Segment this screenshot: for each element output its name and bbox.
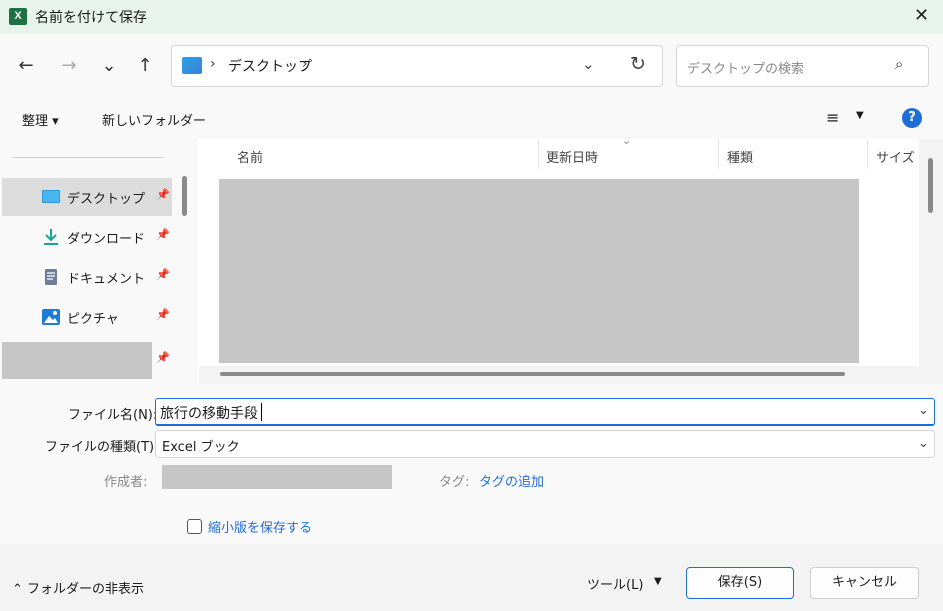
- tag-label: タグ:: [439, 475, 470, 490]
- filetype-select[interactable]: Excel ブック ⌄: [155, 430, 935, 458]
- column-header-type[interactable]: 種類: [727, 147, 753, 166]
- column-divider[interactable]: [718, 139, 719, 169]
- refresh-icon[interactable]: ↻: [630, 53, 646, 75]
- sidebar-item-label: ピクチャ: [67, 312, 119, 327]
- sort-indicator-icon: ⌄: [622, 134, 632, 147]
- pin-icon[interactable]: 📌: [156, 268, 170, 281]
- save-thumbnail-label[interactable]: 縮小版を保存する: [208, 517, 312, 536]
- save-thumbnail-checkbox[interactable]: [187, 519, 202, 534]
- tools-menu-button[interactable]: ツール(L): [587, 574, 643, 593]
- breadcrumb-separator-icon[interactable]: ›: [210, 56, 216, 72]
- filetype-dropdown-icon[interactable]: ⌄: [918, 436, 929, 451]
- search-placeholder: デスクトップの検索: [687, 62, 805, 77]
- filename-dropdown-icon[interactable]: ⌄: [918, 403, 929, 418]
- filename-input[interactable]: 旅行の移動手段 ⌄: [155, 398, 935, 426]
- up-arrow-icon[interactable]: ↑: [131, 52, 159, 80]
- desktop-icon: [42, 190, 60, 203]
- view-options-chevron-icon[interactable]: ▼: [856, 110, 864, 121]
- hide-folders-button[interactable]: ⌃ フォルダーの非表示: [12, 578, 144, 597]
- column-divider[interactable]: [538, 139, 539, 169]
- picture-icon: [42, 309, 60, 325]
- navigation-pane-scrollbar[interactable]: [182, 176, 187, 216]
- navigation-divider: [12, 157, 164, 158]
- sidebar-item-desktop[interactable]: デスクトップ 📌: [2, 178, 172, 216]
- sidebar-item-pictures[interactable]: ピクチャ 📌: [2, 298, 172, 336]
- tools-dropdown-icon[interactable]: ▼: [654, 576, 662, 587]
- text-caret: [261, 403, 262, 421]
- column-header-date-modified[interactable]: 更新日時: [546, 147, 598, 166]
- author-label: 作成者:: [104, 475, 148, 490]
- view-options-icon[interactable]: ≡: [826, 108, 839, 127]
- forward-arrow-icon[interactable]: →: [55, 52, 83, 80]
- pin-icon[interactable]: 📌: [156, 228, 170, 241]
- sidebar-item-label: デスクトップ: [67, 192, 146, 207]
- address-bar[interactable]: › デスクトップ › ⌄ ↻: [171, 45, 663, 87]
- back-arrow-icon[interactable]: ←: [12, 52, 40, 80]
- save-button[interactable]: 保存(S): [686, 567, 794, 599]
- filename-value[interactable]: 旅行の移動手段: [160, 403, 258, 423]
- pin-icon[interactable]: 📌: [156, 188, 170, 201]
- download-icon: [44, 229, 58, 245]
- search-icon[interactable]: ⌕: [895, 55, 903, 73]
- search-input[interactable]: デスクトップの検索 ⌕: [676, 45, 929, 87]
- pin-icon[interactable]: 📌: [156, 308, 170, 321]
- author-field[interactable]: [162, 465, 392, 489]
- sidebar-item-documents[interactable]: ドキュメント 📌: [2, 258, 172, 296]
- redacted-file-items[interactable]: [219, 179, 859, 363]
- breadcrumb-desktop[interactable]: デスクトップ: [228, 56, 312, 76]
- horizontal-scrollbar-thumb[interactable]: [220, 372, 845, 376]
- sidebar-item-downloads[interactable]: ダウンロード 📌: [2, 218, 172, 256]
- document-icon: [45, 269, 57, 285]
- excel-app-icon: X: [9, 8, 27, 25]
- pin-icon[interactable]: 📌: [156, 351, 170, 364]
- column-header-size[interactable]: サイズ: [876, 147, 915, 166]
- breadcrumb-separator-icon[interactable]: ›: [302, 56, 308, 72]
- new-folder-button[interactable]: 新しいフォルダー: [102, 110, 206, 129]
- window-title: 名前を付けて保存: [35, 10, 147, 26]
- close-button[interactable]: ✕: [900, 0, 943, 34]
- sidebar-item-label: ドキュメント: [67, 272, 146, 287]
- column-divider[interactable]: [867, 139, 868, 169]
- sidebar-item-label: ダウンロード: [67, 232, 146, 247]
- help-icon[interactable]: ?: [902, 108, 922, 128]
- address-dropdown-icon[interactable]: ⌄: [582, 55, 595, 73]
- organize-menu-button[interactable]: 整理 ▾: [22, 110, 59, 129]
- desktop-icon: [182, 57, 202, 74]
- recent-locations-chevron-icon[interactable]: ⌄: [95, 52, 123, 80]
- cancel-button[interactable]: キャンセル: [810, 567, 919, 599]
- vertical-scrollbar-thumb[interactable]: [928, 158, 933, 213]
- filetype-value[interactable]: Excel ブック: [162, 436, 240, 455]
- filename-label: ファイル名(N):: [68, 408, 158, 423]
- redacted-sidebar-item[interactable]: [2, 342, 152, 379]
- filetype-label: ファイルの種類(T):: [45, 440, 159, 455]
- add-tag-link[interactable]: タグの追加: [479, 471, 544, 490]
- column-header-name[interactable]: 名前: [237, 147, 263, 166]
